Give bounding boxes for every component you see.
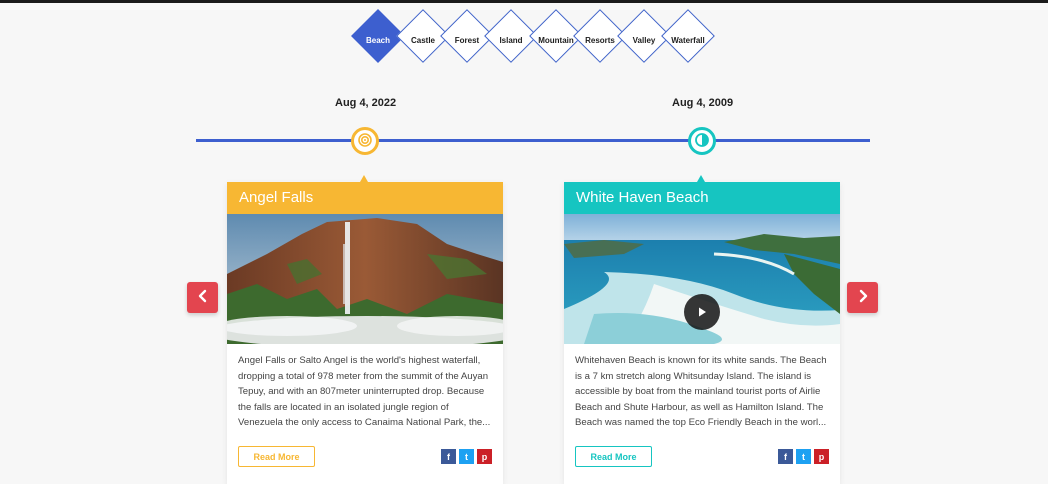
timeline-line [196, 139, 870, 142]
card-media [564, 214, 840, 344]
card-description: Whitehaven Beach is known for its white … [575, 355, 827, 428]
card-description: Angel Falls or Salto Angel is the world'… [238, 355, 491, 428]
card-footer: Read More f t p [575, 446, 829, 467]
card-pointer [360, 175, 368, 182]
chevron-left-icon [196, 288, 210, 307]
prev-button[interactable] [187, 282, 218, 313]
twitter-icon[interactable]: t [796, 449, 811, 464]
card-white-haven-beach: White Haven Beach Whitehaven Beach is kn… [564, 175, 840, 484]
card-title: Angel Falls [239, 189, 314, 206]
card-title: White Haven Beach [576, 189, 709, 206]
pinterest-icon[interactable]: p [477, 449, 492, 464]
facebook-icon[interactable]: f [778, 449, 793, 464]
category-filter: Beach Castle Forest Island Mountain Reso… [0, 3, 1048, 83]
read-more-button[interactable]: Read More [238, 446, 315, 467]
timeline-date-1: Aug 4, 2022 [335, 97, 397, 109]
play-icon [696, 303, 708, 322]
card-angel-falls: Angel Falls Angel Falls or Salto Angel i… [227, 175, 503, 484]
card-header: White Haven Beach [564, 175, 840, 214]
social-share: f t p [441, 449, 492, 464]
pinterest-icon[interactable]: p [814, 449, 829, 464]
next-button[interactable] [847, 282, 878, 313]
facebook-icon[interactable]: f [441, 449, 456, 464]
chevron-right-icon [856, 288, 870, 307]
card-header: Angel Falls [227, 175, 503, 214]
timeline-node-2[interactable] [688, 127, 716, 155]
social-share: f t p [778, 449, 829, 464]
card-footer: Read More f t p [238, 446, 492, 467]
card-image-waterfall [227, 214, 503, 344]
contrast-icon [695, 132, 709, 151]
timeline-date-2: Aug 4, 2009 [672, 97, 734, 109]
read-more-button[interactable]: Read More [575, 446, 652, 467]
play-button[interactable] [684, 294, 720, 330]
twitter-icon[interactable]: t [459, 449, 474, 464]
timeline-node-1[interactable] [351, 127, 379, 155]
category-waterfall[interactable]: Waterfall [658, 36, 718, 45]
target-icon [358, 132, 372, 151]
card-pointer [697, 175, 705, 182]
